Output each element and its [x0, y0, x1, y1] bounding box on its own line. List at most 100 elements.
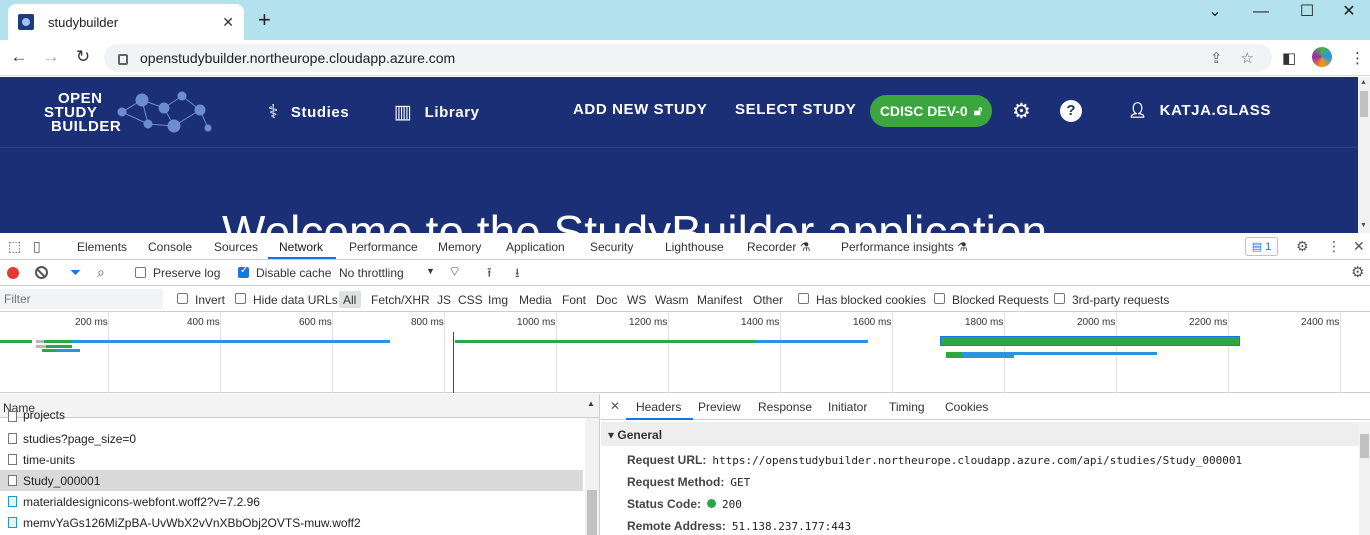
tab-console[interactable]: Console — [148, 240, 192, 254]
side-panel-icon[interactable]: ◧ — [1282, 49, 1296, 67]
type-filter-img[interactable]: Img — [488, 293, 508, 307]
clear-icon[interactable] — [35, 266, 48, 279]
tab-memory[interactable]: Memory — [438, 240, 481, 254]
minimize-icon[interactable]: — — [1238, 2, 1284, 22]
close-tab-icon[interactable]: ✕ — [222, 14, 234, 31]
detail-scroll-thumb[interactable] — [1360, 434, 1369, 458]
issues-badge[interactable]: ▤ 1 — [1245, 237, 1278, 256]
settings-gear-icon[interactable]: ⚙ — [1012, 99, 1031, 124]
tab-security[interactable]: Security — [590, 240, 633, 254]
back-arrow-icon[interactable]: ← — [8, 47, 30, 67]
record-icon[interactable] — [7, 267, 19, 279]
type-filter-media[interactable]: Media — [519, 293, 552, 307]
tab-application[interactable]: Application — [506, 240, 565, 254]
add-new-study-button[interactable]: ADD NEW STUDY — [573, 101, 707, 118]
type-filter-fetch-xhr[interactable]: Fetch/XHR — [371, 293, 430, 307]
address-bar[interactable]: openstudybuilder.northeurope.cloudapp.az… — [104, 44, 1272, 72]
type-filter-other[interactable]: Other — [753, 293, 783, 307]
type-filter-js[interactable]: JS — [437, 293, 451, 307]
sort-up-icon[interactable]: ▲ — [587, 399, 595, 408]
export-har-icon[interactable]: ⭳ — [515, 264, 520, 286]
hide-data-urls-checkbox[interactable] — [235, 293, 246, 304]
tab-cookies[interactable]: Cookies — [945, 400, 988, 414]
help-icon[interactable]: ? — [1060, 100, 1082, 122]
tab-sources[interactable]: Sources — [214, 240, 258, 254]
search-icon[interactable]: ⌕ — [97, 264, 105, 281]
type-filter-wasm[interactable]: Wasm — [655, 293, 689, 307]
page-scroll-thumb[interactable] — [1360, 91, 1368, 117]
request-row[interactable]: studies?page_size=0 — [0, 428, 583, 449]
device-toolbar-icon[interactable]: ▯ — [33, 238, 41, 255]
maximize-icon[interactable]: ☐ — [1284, 2, 1330, 22]
user-menu[interactable]: 👤︎ KATJA.GLASS — [1128, 101, 1271, 120]
preserve-log-checkbox[interactable] — [135, 267, 146, 278]
devtools-settings-gear-icon[interactable]: ⚙ — [1296, 238, 1309, 255]
general-section-header[interactable]: ▾ General — [601, 422, 1359, 446]
filter-input[interactable] — [0, 289, 163, 309]
reload-icon[interactable]: ↻ — [72, 47, 94, 67]
request-row[interactable]: materialdesignicons-webfont.woff2?v=7.2.… — [0, 491, 583, 512]
scroll-down-icon[interactable]: ▼ — [1360, 222, 1367, 229]
nav-studies[interactable]: ⚕ Studies — [268, 101, 349, 124]
page-scrollbar[interactable]: ▲ ▼ — [1358, 77, 1370, 233]
new-tab-icon[interactable]: + — [258, 9, 271, 31]
request-list-scrollbar[interactable] — [585, 418, 599, 535]
tab-elements[interactable]: Elements — [77, 240, 127, 254]
type-filter-all[interactable]: All — [343, 293, 356, 307]
openstudybuilder-logo[interactable]: OPEN STUDY BUILDER — [44, 90, 214, 136]
browser-tab[interactable]: studybuilder ✕ — [8, 4, 244, 40]
select-study-button[interactable]: SELECT STUDY — [735, 101, 856, 118]
share-icon[interactable]: ⇪ — [1210, 49, 1223, 67]
throttling-select[interactable]: No throttling — [339, 266, 404, 280]
forward-arrow-icon[interactable]: → — [40, 47, 62, 67]
network-overview-timeline[interactable]: 200 ms 400 ms 600 ms 800 ms 1000 ms 1200… — [0, 312, 1370, 393]
type-filter-ws[interactable]: WS — [627, 293, 646, 307]
request-row[interactable]: time-units — [0, 449, 583, 470]
disable-cache-checkbox[interactable] — [238, 265, 249, 278]
devtools-more-icon[interactable]: ⋮ — [1327, 238, 1341, 255]
type-filter-manifest[interactable]: Manifest — [697, 293, 742, 307]
has-blocked-cookies-checkbox[interactable] — [798, 293, 809, 304]
request-row-selected[interactable]: Study_000001 — [0, 470, 583, 491]
close-detail-icon[interactable]: ✕ — [610, 399, 620, 413]
blocked-requests-checkbox[interactable] — [934, 293, 945, 304]
detail-scrollbar[interactable] — [1359, 422, 1370, 535]
inspect-element-icon[interactable]: ⬚ — [8, 238, 21, 255]
request-row[interactable]: projects — [0, 408, 583, 422]
type-filter-font[interactable]: Font — [562, 293, 586, 307]
tab-lighthouse[interactable]: Lighthouse — [665, 240, 724, 254]
lock-icon[interactable] — [118, 53, 128, 65]
tab-response[interactable]: Response — [758, 400, 812, 414]
third-party-requests-checkbox[interactable] — [1054, 293, 1065, 304]
tab-performance[interactable]: Performance — [349, 240, 418, 254]
url-text[interactable]: openstudybuilder.northeurope.cloudapp.az… — [140, 50, 1210, 66]
tab-recorder[interactable]: Recorder ⚗ — [747, 240, 810, 254]
environment-badge[interactable]: CDISC DEV-0 🔓︎ — [870, 95, 992, 127]
tab-performance-insights[interactable]: Performance insights ⚗ — [841, 240, 968, 254]
tab-headers[interactable]: Headers — [636, 400, 681, 414]
tab-initiator[interactable]: Initiator — [828, 400, 867, 414]
chrome-menu-icon[interactable]: ⋮ — [1350, 49, 1365, 67]
bookmark-star-icon[interactable]: ☆ — [1241, 49, 1254, 67]
chevron-down-icon[interactable]: ▼ — [426, 266, 435, 276]
close-window-icon[interactable]: ✕ — [1326, 2, 1370, 22]
tab-search-chevron-icon[interactable]: ⌄ — [1192, 2, 1238, 22]
flask-icon: ⚗ — [799, 240, 811, 254]
profile-avatar[interactable] — [1312, 47, 1332, 67]
scroll-up-icon[interactable]: ▲ — [1360, 79, 1367, 86]
filter-funnel-icon[interactable]: ⏷ — [70, 264, 81, 281]
request-url-row: Request URL: https://openstudybuilder.nor… — [627, 453, 1243, 467]
tab-network[interactable]: Network — [279, 240, 323, 254]
devtools-close-icon[interactable]: ✕ — [1353, 238, 1365, 255]
network-conditions-icon[interactable]: ⌔ — [448, 263, 461, 281]
nav-library[interactable]: ▥ Library — [394, 101, 480, 124]
tab-timing[interactable]: Timing — [889, 400, 925, 414]
invert-checkbox[interactable] — [177, 293, 188, 304]
tab-preview[interactable]: Preview — [698, 400, 741, 414]
request-list-scroll-thumb[interactable] — [587, 490, 597, 535]
request-row[interactable]: memvYaGs126MiZpBA-UvWbX2vVnXBbObj2OVTS-m… — [0, 512, 583, 533]
type-filter-css[interactable]: CSS — [458, 293, 483, 307]
network-settings-gear-icon[interactable]: ⚙ — [1351, 263, 1364, 281]
import-har-icon[interactable]: ⭱ — [487, 264, 492, 286]
type-filter-doc[interactable]: Doc — [596, 293, 617, 307]
